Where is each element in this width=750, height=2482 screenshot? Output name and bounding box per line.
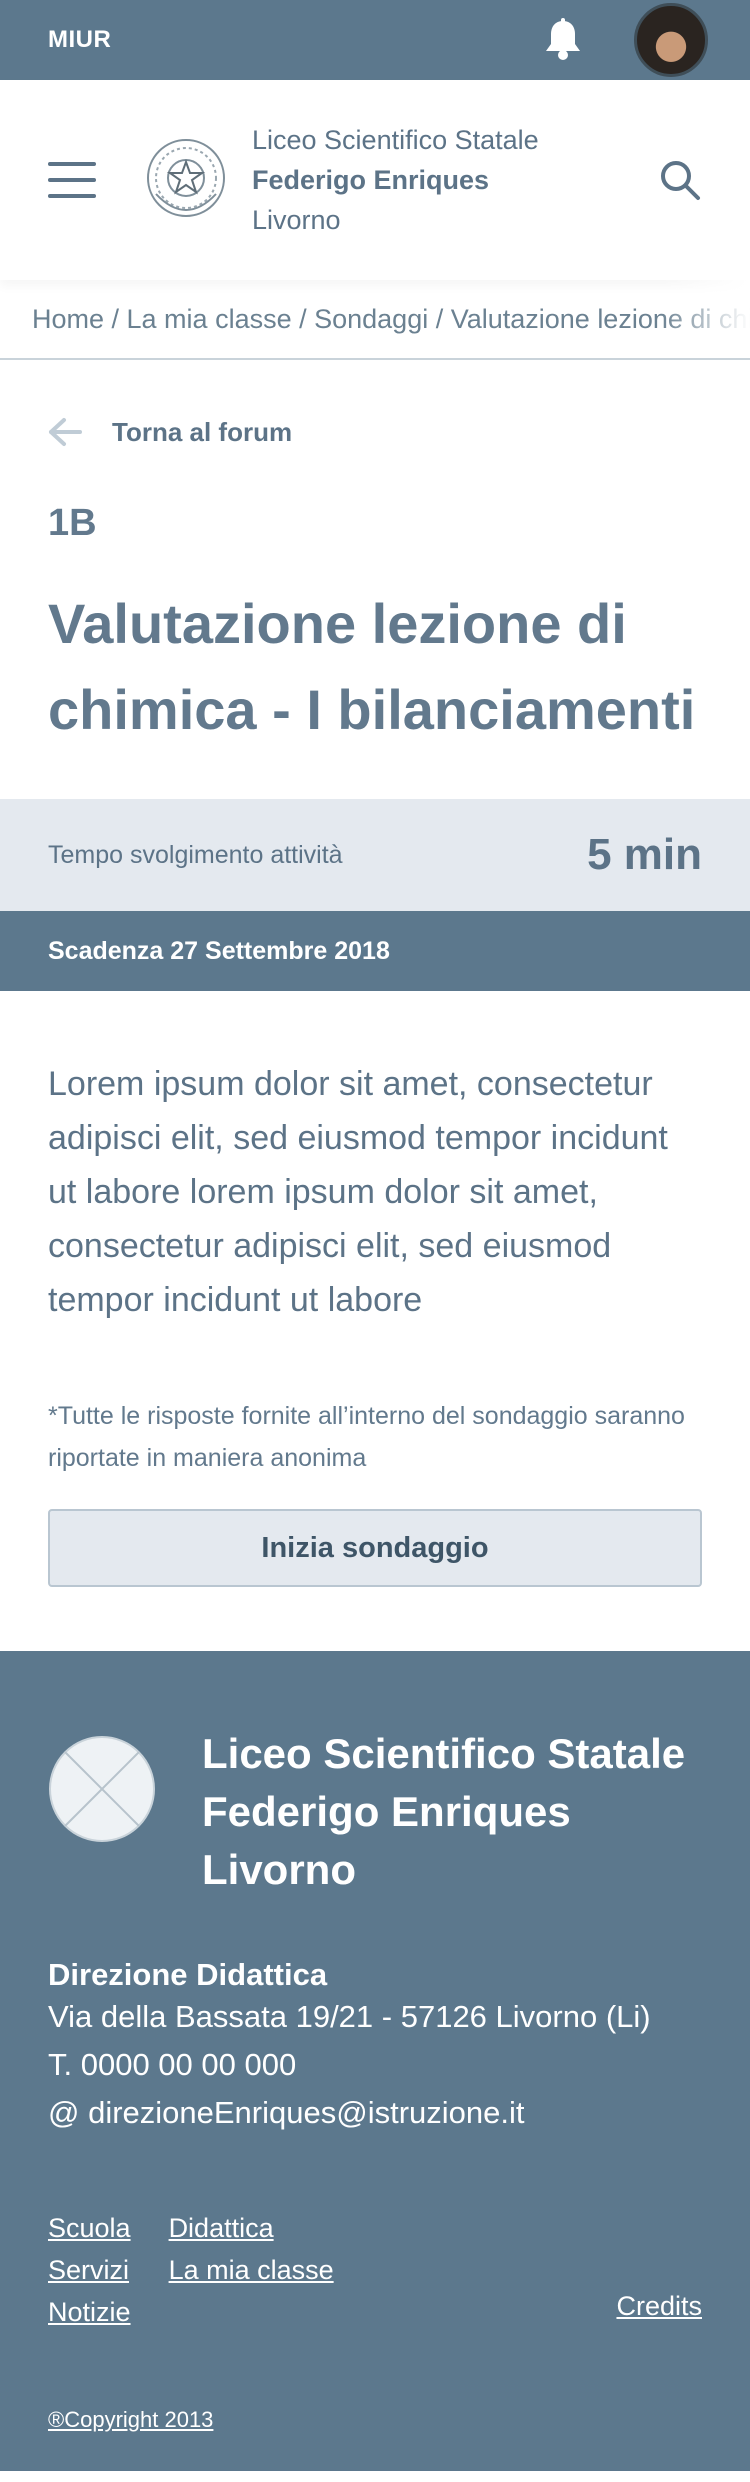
footer-name-line3: Livorno bbox=[202, 1846, 356, 1893]
footer-name-line1: Liceo Scientifico Statale bbox=[202, 1730, 686, 1777]
footer-address: Via della Bassata 19/21 - 57126 Livorno … bbox=[48, 1999, 651, 2034]
footer-email[interactable]: @ direzioneEnriques@istruzione.it bbox=[48, 2089, 702, 2137]
activity-time-value: 5 min bbox=[587, 830, 702, 879]
footer-school-name: Liceo Scientifico Statale Federigo Enriq… bbox=[202, 1725, 685, 1899]
hamburger-menu-icon[interactable] bbox=[48, 162, 96, 198]
back-link-label: Torna al forum bbox=[112, 416, 293, 447]
direction-title: Direzione Didattica bbox=[48, 1957, 328, 1992]
activity-time-label: Tempo svolgimento attività bbox=[48, 840, 343, 869]
footer-link-notizie[interactable]: Notizie bbox=[48, 2291, 131, 2333]
back-to-forum-link[interactable]: Torna al forum bbox=[0, 412, 750, 452]
survey-title-line2: chimica - I bilanciamenti bbox=[48, 678, 696, 741]
placeholder-logo bbox=[48, 1735, 156, 1843]
school-name-line2: Federigo Enriques bbox=[252, 165, 490, 195]
survey-title: Valutazione lezione di chimica - I bilan… bbox=[0, 581, 750, 753]
footer-copyright[interactable]: ®Copyright 2013 bbox=[48, 2407, 213, 2433]
footer-link-credits[interactable]: Credits bbox=[616, 2291, 702, 2322]
footer-link-didattica[interactable]: Didattica bbox=[169, 2207, 334, 2249]
school-name[interactable]: Liceo Scientifico Statale Federigo Enriq… bbox=[252, 120, 658, 240]
arrow-left-icon bbox=[48, 417, 82, 447]
bell-icon[interactable] bbox=[540, 17, 586, 63]
site-header: Liceo Scientifico Statale Federigo Enriq… bbox=[0, 80, 750, 280]
footer-link-la-mia-classe[interactable]: La mia classe bbox=[169, 2249, 334, 2291]
user-avatar[interactable] bbox=[634, 3, 708, 77]
breadcrumb[interactable]: Home / La mia classe / Sondaggi / Valuta… bbox=[0, 280, 750, 360]
footer-link-servizi[interactable]: Servizi bbox=[48, 2249, 131, 2291]
footer-phone: T. 0000 00 00 000 bbox=[48, 2047, 297, 2082]
miur-brand[interactable]: MIUR bbox=[48, 26, 111, 54]
footer-links-col1: Scuola Servizi Notizie bbox=[48, 2207, 131, 2333]
site-footer: Liceo Scientifico Statale Federigo Enriq… bbox=[0, 1651, 750, 2471]
footer-brand: Liceo Scientifico Statale Federigo Enriq… bbox=[48, 1651, 702, 1899]
activity-time-row: Tempo svolgimento attività 5 min bbox=[0, 799, 750, 911]
footer-links: Scuola Servizi Notizie Didattica La mia … bbox=[48, 2207, 702, 2333]
deadline-banner: Scadenza 27 Settembre 2018 bbox=[0, 911, 750, 991]
class-code: 1B bbox=[48, 502, 97, 544]
start-survey-button[interactable]: Inizia sondaggio bbox=[48, 1509, 702, 1587]
top-bar-actions bbox=[540, 3, 708, 77]
search-icon[interactable] bbox=[658, 158, 702, 202]
footer-link-scuola[interactable]: Scuola bbox=[48, 2207, 131, 2249]
school-name-line3: Livorno bbox=[252, 205, 341, 235]
top-bar: MIUR bbox=[0, 0, 750, 80]
school-name-line1: Liceo Scientifico Statale bbox=[252, 125, 539, 155]
survey-title-line1: Valutazione lezione di bbox=[48, 592, 627, 655]
start-survey-wrapper: Inizia sondaggio bbox=[0, 1509, 750, 1587]
italian-republic-emblem bbox=[144, 134, 228, 226]
survey-description: Lorem ipsum dolor sit amet, consectetur … bbox=[48, 1065, 668, 1319]
footer-name-line2: Federigo Enriques bbox=[202, 1788, 571, 1835]
footer-links-col2: Didattica La mia classe bbox=[169, 2207, 334, 2333]
anonymity-note: *Tutte le risposte fornite all’interno d… bbox=[48, 1402, 685, 1472]
